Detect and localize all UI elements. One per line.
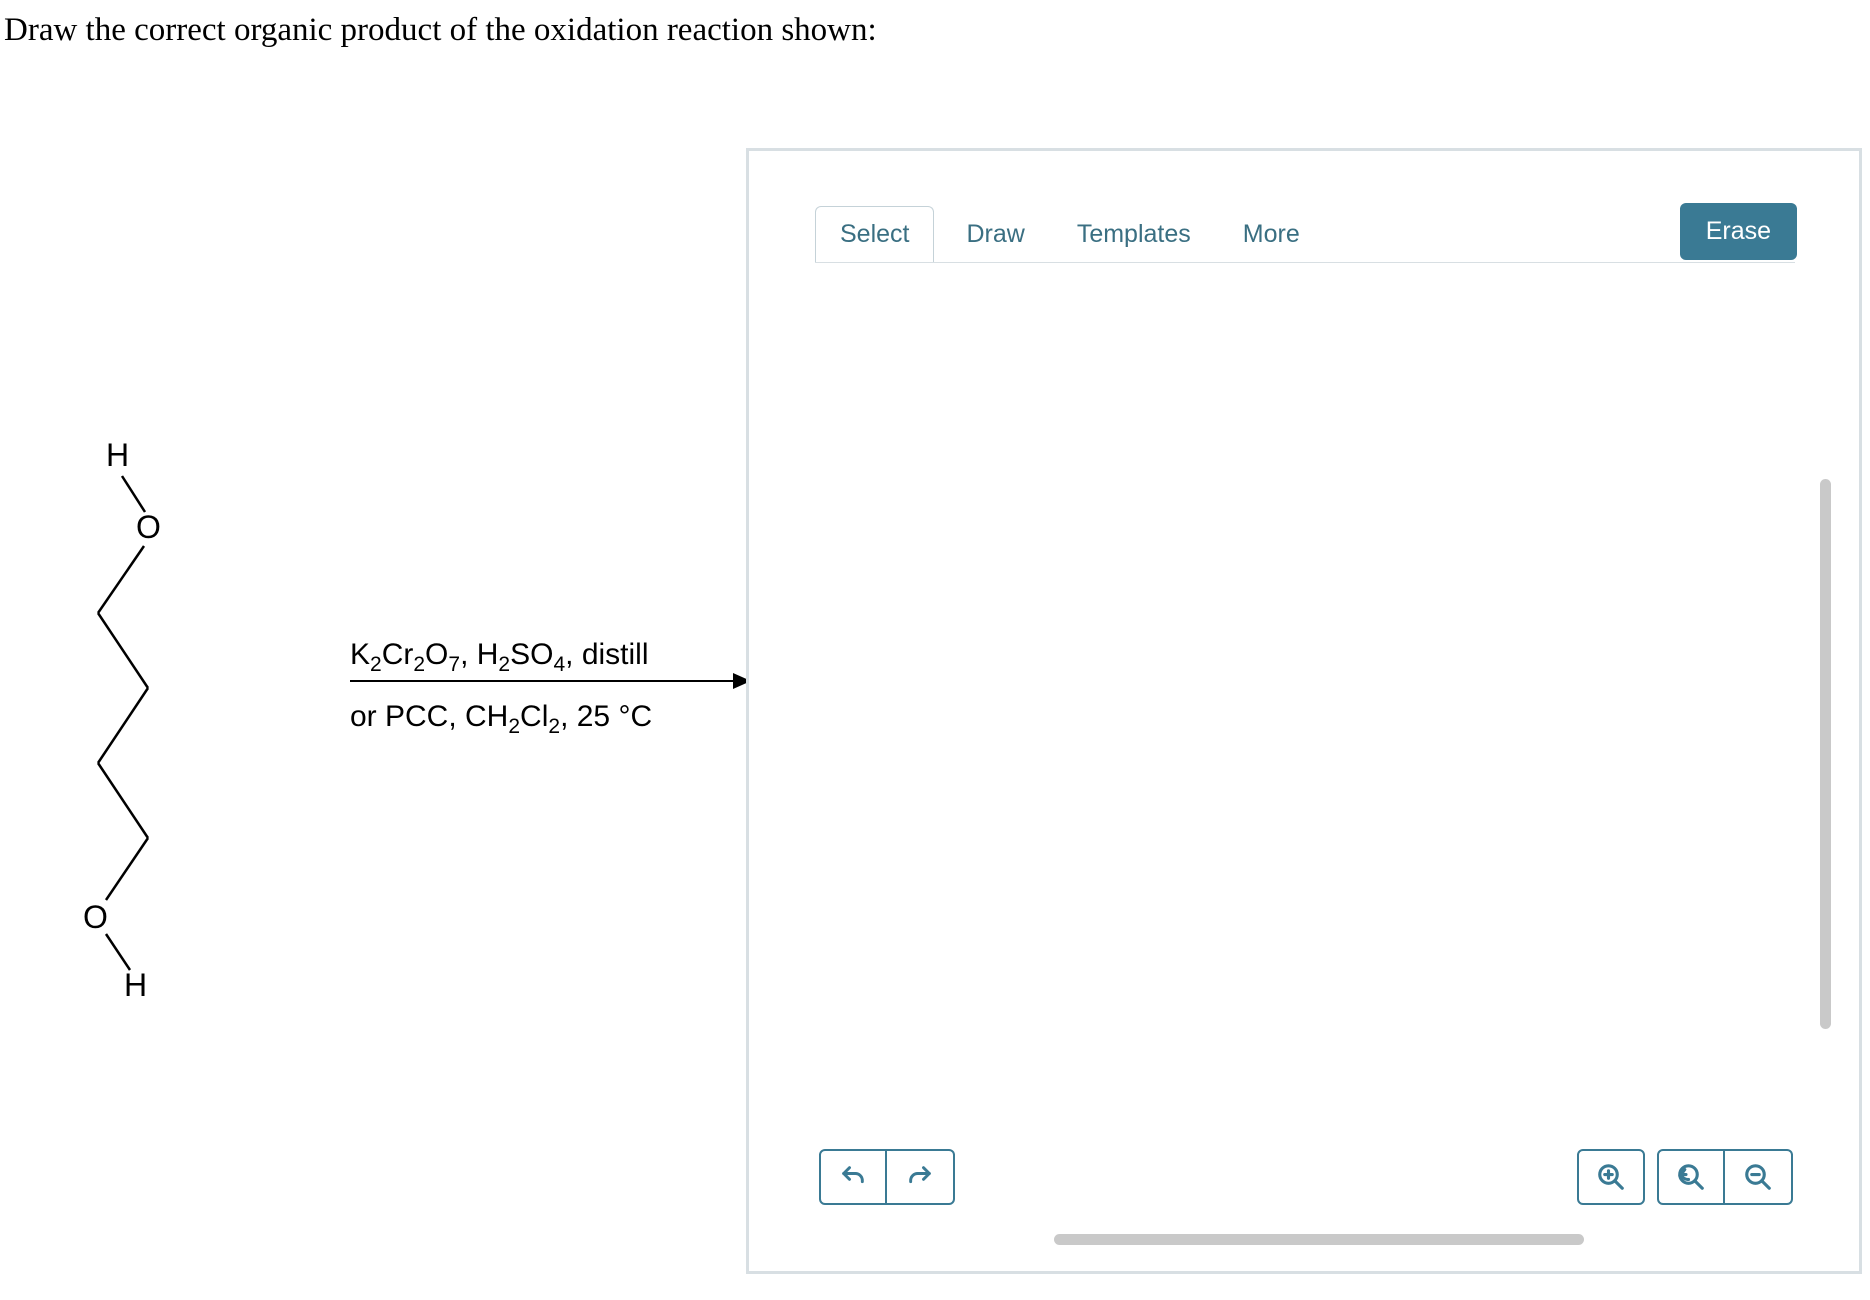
zoom-in-button[interactable]	[1577, 1149, 1645, 1205]
zoom-reset-button[interactable]	[1657, 1149, 1725, 1205]
zoom-reset-icon	[1676, 1162, 1706, 1192]
svg-text:H: H	[106, 437, 129, 473]
svg-text:H: H	[124, 967, 147, 1003]
undo-redo-group	[819, 1149, 955, 1205]
undo-button[interactable]	[819, 1149, 887, 1205]
erase-button[interactable]: Erase	[1680, 203, 1797, 260]
toolbar-divider	[815, 262, 1795, 263]
question-prompt: Draw the correct organic product of the …	[4, 12, 877, 49]
drawing-canvas[interactable]	[815, 266, 1797, 1211]
reaction-scheme: H O O H K2Cr2O7, H2SO4, distill or PCC, …	[70, 448, 750, 1048]
svg-text:O: O	[136, 509, 161, 545]
starting-material-structure: H O O H	[70, 418, 250, 1008]
reagent-line-2: or PCC, CH2Cl2, 25 °C	[350, 700, 652, 739]
horizontal-scrollbar[interactable]	[1054, 1234, 1584, 1245]
zoom-out-button[interactable]	[1725, 1149, 1793, 1205]
redo-button[interactable]	[887, 1149, 955, 1205]
svg-text:O: O	[83, 899, 108, 935]
reaction-arrow	[350, 680, 750, 682]
reagent-line-1: K2Cr2O7, H2SO4, distill	[350, 638, 649, 677]
zoom-in-icon	[1596, 1162, 1626, 1192]
drawing-editor-panel: Select Draw Templates More Erase	[746, 148, 1862, 1274]
zoom-controls	[1577, 1149, 1793, 1205]
zoom-out-icon	[1743, 1162, 1773, 1192]
vertical-scrollbar[interactable]	[1820, 479, 1831, 1029]
redo-icon	[906, 1163, 934, 1191]
tab-more[interactable]: More	[1219, 206, 1324, 262]
editor-toolbar: Select Draw Templates More	[815, 206, 1324, 262]
undo-icon	[839, 1163, 867, 1191]
tab-draw[interactable]: Draw	[942, 206, 1048, 262]
tab-templates[interactable]: Templates	[1053, 206, 1215, 262]
tab-select[interactable]: Select	[815, 206, 934, 262]
